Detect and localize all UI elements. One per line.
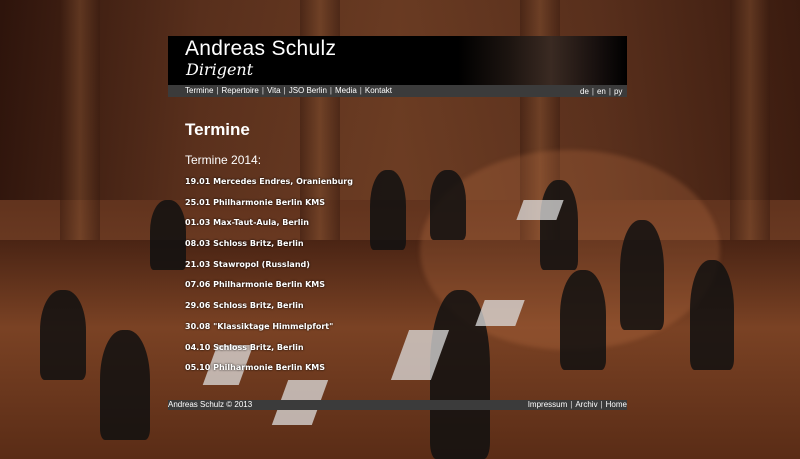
footer-link-impressum[interactable]: Impressum <box>528 400 568 409</box>
event-item: 05.10 Philharmonie Berlin KMS <box>185 363 326 373</box>
site-subtitle: Dirigent <box>186 60 254 79</box>
footer-links: Impressum | Archiv | Home <box>527 400 627 409</box>
event-item: 19.01 Mercedes Endres, Oranienburg <box>185 177 353 186</box>
event-item: 25.01 Philharmonie Berlin KMS <box>185 197 326 207</box>
event-item: 07.06 Philharmonie Berlin KMS <box>185 280 326 290</box>
event-item: 30.08 "Klassiktage Himmelpfort" <box>185 321 334 331</box>
nav-item-jso-berlin[interactable]: JSO Berlin <box>289 86 327 95</box>
nav-item-repertoire[interactable]: Repertoire <box>222 86 259 95</box>
event-item: 21.03 Stawropol (Russland) <box>185 259 310 269</box>
event-item: 04.10 Schloss Britz, Berlin <box>185 342 304 352</box>
event-item: 29.06 Schloss Britz, Berlin <box>185 301 304 311</box>
language-switcher: de | en | ру <box>580 87 623 96</box>
nav-item-media[interactable]: Media <box>335 86 357 95</box>
copyright: Andreas Schulz © 2013 <box>168 400 253 409</box>
nav-item-termine[interactable]: Termine <box>185 86 213 95</box>
year-heading: Termine 2014: <box>185 153 262 167</box>
event-list: 19.01 Mercedes Endres, Oranienburg 25.01… <box>185 176 353 383</box>
conductor-portrait <box>458 36 627 85</box>
site-name[interactable]: Andreas Schulz <box>185 37 336 61</box>
page-title: Termine <box>185 120 250 139</box>
footer: Andreas Schulz © 2013 Impressum | Archiv | H… <box>168 400 627 410</box>
lang-ru[interactable]: ру <box>614 87 622 96</box>
nav-item-kontakt[interactable]: Kontakt <box>365 86 392 95</box>
event-item: 08.03 Schloss Britz, Berlin <box>185 239 304 249</box>
lang-de[interactable]: de <box>580 87 589 96</box>
footer-link-home[interactable]: Home <box>606 400 627 409</box>
nav-bar: Termine | Repertoire | Vita | JSO Berlin | Media… <box>168 85 627 97</box>
nav-item-vita[interactable]: Vita <box>267 86 281 95</box>
main-nav: Termine | Repertoire | Vita | JSO Berlin | Media… <box>185 86 393 95</box>
lang-en[interactable]: en <box>597 87 606 96</box>
site-header: Andreas Schulz Dirigent <box>168 36 627 85</box>
footer-link-archiv[interactable]: Archiv <box>575 400 597 409</box>
event-item: 01.03 Max-Taut-Aula, Berlin <box>185 218 309 228</box>
